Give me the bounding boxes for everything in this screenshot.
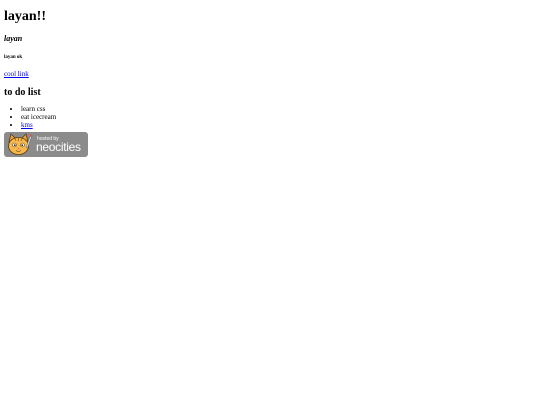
todo-item: learn css bbox=[21, 105, 534, 113]
page-content: layan!! layan layan ok cool link to do l… bbox=[4, 0, 534, 157]
cool-link[interactable]: cool link bbox=[4, 70, 29, 78]
hosted-by-neocities-badge[interactable]: hosted by neocities bbox=[4, 132, 88, 157]
page-subtitle: layan bbox=[4, 34, 23, 43]
todo-item: kms bbox=[21, 121, 534, 129]
todo-item: eat icecream bbox=[21, 113, 534, 121]
link-paragraph: cool link bbox=[4, 70, 534, 79]
todo-heading: to do list bbox=[4, 87, 41, 98]
badge-brand-label: neocities bbox=[36, 140, 81, 154]
small-note: layan ok bbox=[4, 55, 23, 60]
todo-item-link[interactable]: kms bbox=[21, 121, 33, 129]
neocities-cat-icon bbox=[8, 133, 32, 155]
todo-list: learn css eat icecream kms bbox=[4, 105, 534, 129]
page-title: layan!! bbox=[4, 9, 46, 24]
